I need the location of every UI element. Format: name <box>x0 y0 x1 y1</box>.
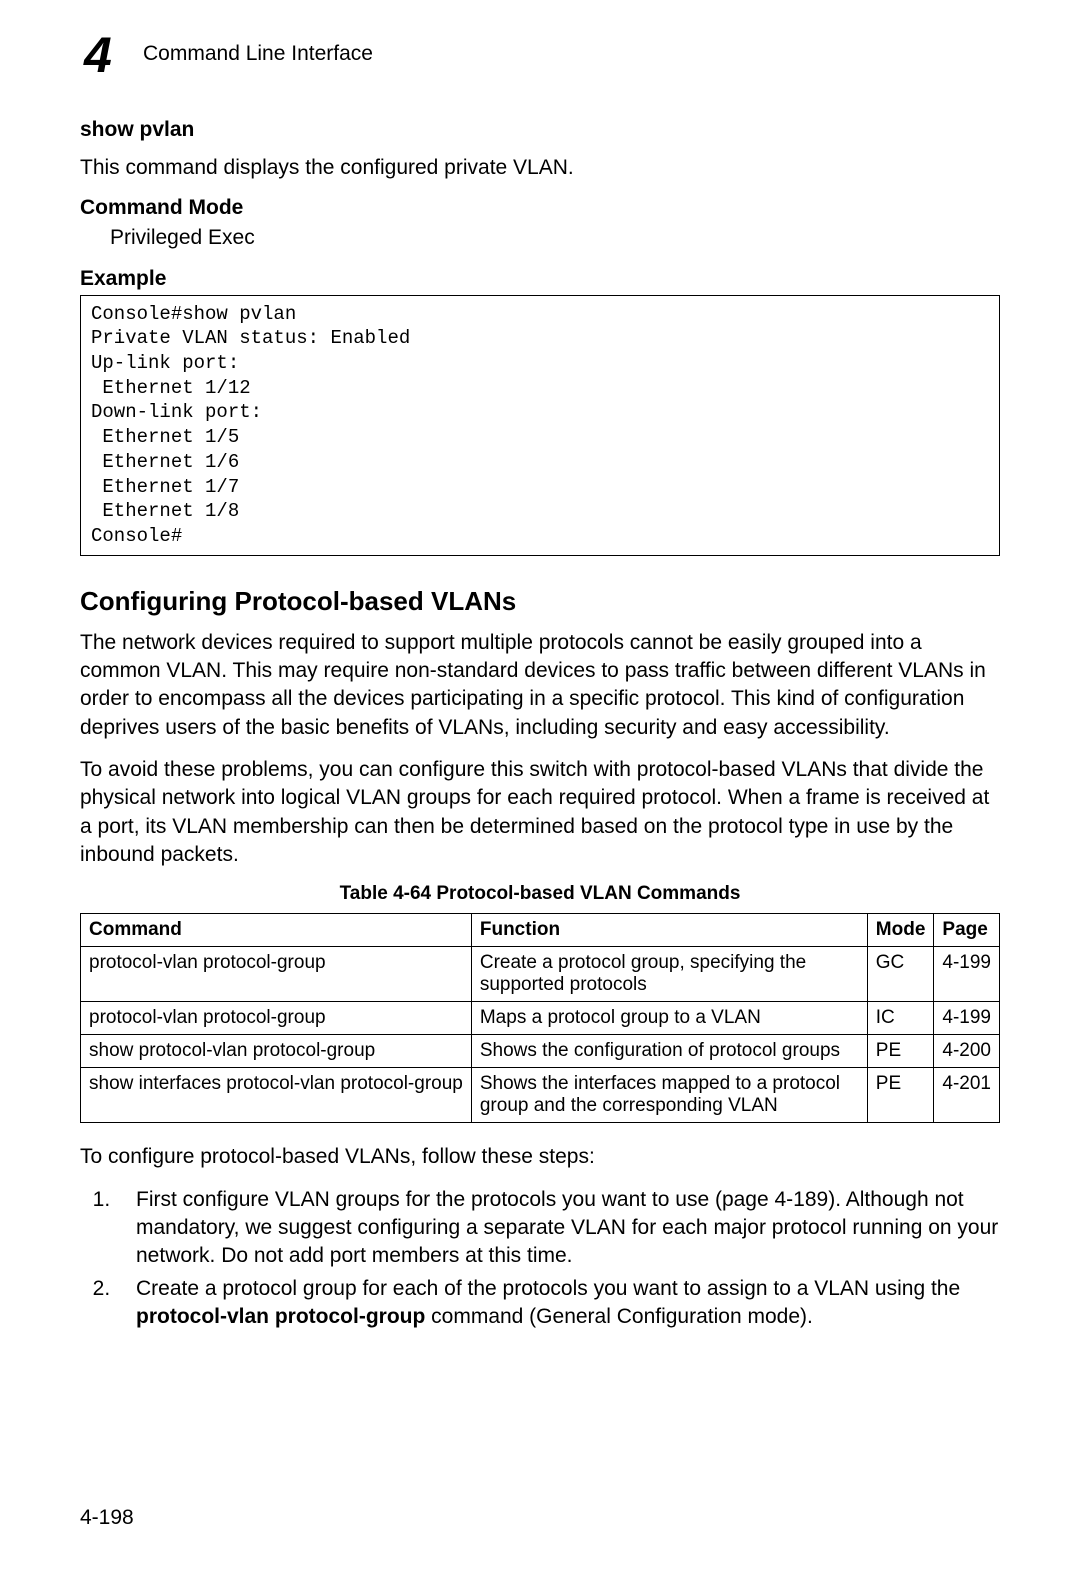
td-mode: GC <box>867 947 934 1002</box>
table-row: show interfaces protocol-vlan protocol-g… <box>81 1068 1000 1123</box>
table-header-row: Command Function Mode Page <box>81 914 1000 947</box>
page-header: 4 Command Line Interface <box>80 30 1000 78</box>
td-command: protocol-vlan protocol-group <box>81 947 472 1002</box>
table-row: protocol-vlan protocol-group Maps a prot… <box>81 1002 1000 1035</box>
para2: To avoid these problems, you can configu… <box>80 756 1000 869</box>
section-description: This command displays the configured pri… <box>80 154 1000 182</box>
para1: The network devices required to support … <box>80 629 1000 742</box>
list-item: First configure VLAN groups for the prot… <box>116 1186 1000 1271</box>
command-mode-value: Privileged Exec <box>110 224 1000 252</box>
td-mode: PE <box>867 1068 934 1123</box>
td-command: show protocol-vlan protocol-group <box>81 1035 472 1068</box>
td-function: Shows the configuration of protocol grou… <box>471 1035 867 1068</box>
td-command: protocol-vlan protocol-group <box>81 1002 472 1035</box>
example-label: Example <box>80 267 1000 291</box>
steps-list: First configure VLAN groups for the prot… <box>116 1186 1000 1332</box>
chapter-number-icon: 4 <box>80 30 128 78</box>
td-function: Shows the interfaces mapped to a protoco… <box>471 1068 867 1123</box>
table-row: show protocol-vlan protocol-group Shows … <box>81 1035 1000 1068</box>
example-code-block: Console#show pvlan Private VLAN status: … <box>80 295 1000 556</box>
table-caption: Table 4-64 Protocol-based VLAN Commands <box>80 883 1000 905</box>
list-item: Create a protocol group for each of the … <box>116 1275 1000 1332</box>
td-command: show interfaces protocol-vlan protocol-g… <box>81 1068 472 1123</box>
section-title-configuring: Configuring Protocol-based VLANs <box>80 586 1000 617</box>
table-row: protocol-vlan protocol-group Create a pr… <box>81 947 1000 1002</box>
td-mode: PE <box>867 1035 934 1068</box>
th-page: Page <box>934 914 1000 947</box>
step2-bold: protocol-vlan protocol-group <box>136 1305 425 1328</box>
td-function: Maps a protocol group to a VLAN <box>471 1002 867 1035</box>
step2-pre: Create a protocol group for each of the … <box>136 1277 960 1300</box>
td-page: 4-201 <box>934 1068 1000 1123</box>
td-page: 4-200 <box>934 1035 1000 1068</box>
td-function: Create a protocol group, specifying the … <box>471 947 867 1002</box>
step2-post: command (General Configuration mode). <box>425 1305 813 1328</box>
command-mode-label: Command Mode <box>80 196 1000 220</box>
th-mode: Mode <box>867 914 934 947</box>
steps-intro: To configure protocol-based VLANs, follo… <box>80 1143 1000 1171</box>
td-page: 4-199 <box>934 1002 1000 1035</box>
td-mode: IC <box>867 1002 934 1035</box>
section-title-show-pvlan: show pvlan <box>80 118 1000 142</box>
step1-text: First configure VLAN groups for the prot… <box>136 1188 998 1268</box>
page-number: 4-198 <box>80 1506 134 1530</box>
svg-text:4: 4 <box>83 30 112 78</box>
commands-table: Command Function Mode Page protocol-vlan… <box>80 913 1000 1123</box>
breadcrumb: Command Line Interface <box>143 42 373 66</box>
td-page: 4-199 <box>934 947 1000 1002</box>
th-command: Command <box>81 914 472 947</box>
th-function: Function <box>471 914 867 947</box>
